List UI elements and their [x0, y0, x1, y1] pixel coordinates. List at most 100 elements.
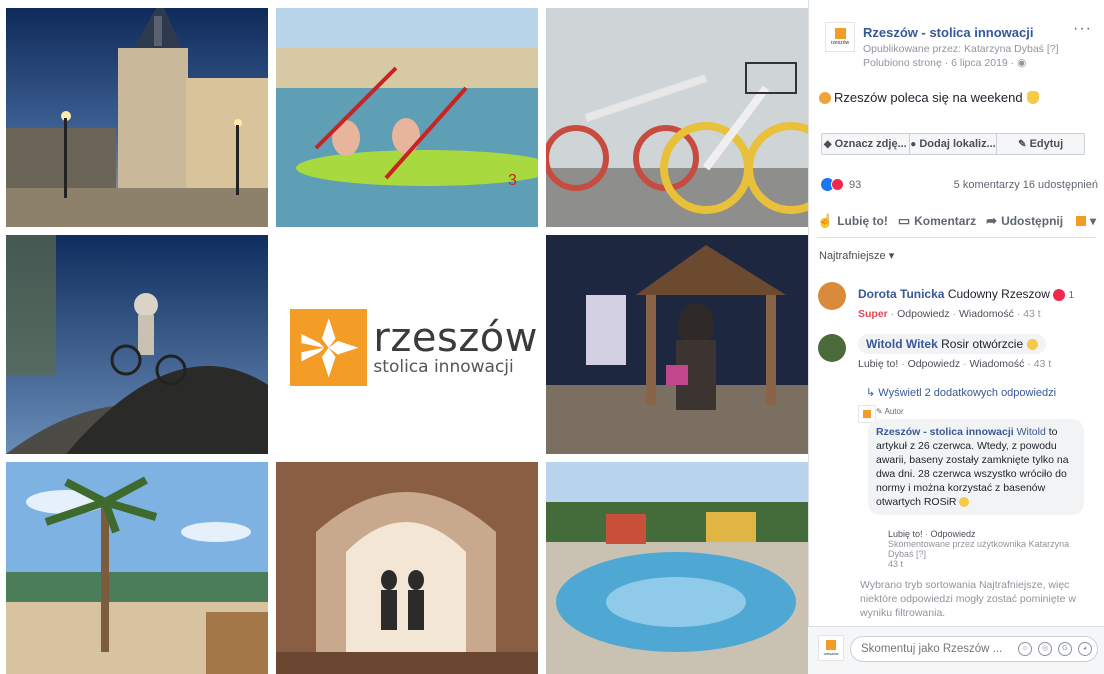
orange-heart-icon — [819, 91, 831, 104]
love-reaction-icon[interactable] — [831, 178, 844, 191]
tag-photo-label: Oznacz zdję... — [834, 138, 907, 150]
comment-text: Cudowny Rzeszow — [947, 287, 1050, 301]
love-reaction-icon[interactable] — [1053, 288, 1066, 301]
message-link[interactable]: Wiadomość — [970, 358, 1025, 370]
share-button[interactable]: ➦ Udostępnij — [986, 213, 1063, 229]
comment-meta: Lubię to! · Odpowiedz · Wiadomość · 43 t — [858, 358, 1052, 370]
emoji-icon[interactable]: ☺ — [1018, 642, 1032, 656]
commented-by: Skomentowane przez użytkownika Katarzyna… — [888, 539, 1070, 559]
like-button[interactable]: ☝ Lubię to! — [817, 213, 888, 229]
mention-link[interactable]: Witold — [1017, 426, 1046, 438]
photo-bmx-skatepark[interactable] — [6, 235, 268, 454]
photo-couple-night[interactable] — [546, 235, 808, 454]
composer-icons: ☺ ◎ G ◕ — [1018, 642, 1092, 656]
reactions-count[interactable]: 93 — [849, 179, 861, 191]
author-badge: ✎ Autor — [876, 407, 904, 416]
reply-bubble: Rzeszów - stolica innowacji Witold to ar… — [868, 419, 1084, 515]
smile-emoji-icon — [1026, 339, 1038, 351]
like-label: Lubię to! — [837, 214, 888, 228]
smile-emoji-icon — [959, 497, 970, 508]
comment-author[interactable]: Witold Witek — [866, 337, 938, 351]
brand-logo-icon — [826, 640, 836, 650]
edit-button[interactable]: ✎ Edytuj — [997, 134, 1084, 154]
camera-icon[interactable]: ◎ — [1038, 642, 1052, 656]
share-label: Udostępnij — [1001, 214, 1064, 228]
photo-city-bikes[interactable] — [546, 8, 808, 227]
avatar-label: rzeszów — [830, 40, 850, 46]
speech-bubble-icon: ▭ — [897, 213, 911, 228]
view-more-replies-link[interactable]: ↳ Wyświetl 2 dodatkowych odpowiedzi — [866, 386, 1056, 399]
share-arrow-icon: ➦ — [986, 213, 998, 228]
comment-witold: Witold Witek Rosir otwórzcie Lubię to! ·… — [818, 334, 1096, 378]
avatar[interactable] — [818, 282, 846, 310]
add-location-button[interactable]: ● Dodaj lokaliz... — [910, 134, 998, 154]
more-options-button[interactable]: ··· — [1073, 20, 1092, 38]
reply-arrow-icon: ↳ — [866, 387, 876, 399]
page-name-link[interactable]: Rzeszów - stolica innowacji — [863, 25, 1033, 40]
author-badge-label: Autor — [884, 407, 904, 416]
photo-kayak-lake[interactable]: 3 — [276, 8, 538, 227]
comment-button[interactable]: ▭ Komentarz — [898, 213, 976, 229]
pencil-icon: ✎ — [876, 407, 883, 416]
post-text-body: Rzeszów poleca się na weekend — [834, 90, 1023, 105]
location-pin-icon: ● — [910, 138, 917, 150]
avatar[interactable] — [818, 334, 846, 362]
liked-date-text: Polubiono stronę · 6 lipca 2019 · — [863, 57, 1015, 69]
photo-outdoor-pool[interactable] — [546, 462, 808, 674]
avatar-label: rzeszów — [823, 651, 839, 656]
comment-dorota: Dorota Tunicka Cudowny Rzeszow 1 Super ·… — [818, 282, 1096, 326]
edit-label: Edytuj — [1029, 138, 1064, 150]
post-as-selector[interactable]: ▾ — [1075, 214, 1096, 228]
page-avatar[interactable]: rzeszów — [818, 635, 844, 661]
reply-text: to artykuł z 26 czerwca. Wtedy, z powodu… — [876, 426, 1069, 508]
comment-line: Dorota Tunicka Cudowny Rzeszow 1 — [858, 282, 1096, 301]
sticker-icon[interactable]: ◕ — [1078, 642, 1092, 656]
gif-icon[interactable]: G — [1058, 642, 1072, 656]
reply-time: 43 t — [888, 559, 904, 569]
tag-photo-button[interactable]: ◆ Oznacz zdję... — [822, 134, 910, 154]
photo-collage: 3 rzeszów stolica innowacji — [0, 0, 808, 674]
photo-actions: ◆ Oznacz zdję... ● Dodaj lokaliz... ✎ Edytu… — [821, 133, 1085, 155]
post-date: Polubiono stronę · 6 lipca 2019 · ◉ — [863, 57, 1026, 69]
reply-link[interactable]: Odpowiedz — [897, 308, 950, 320]
comment-meta: Super · Odpowiedz · Wiadomość · 43 t — [858, 308, 1041, 320]
view-more-replies-label: Wyświetl 2 dodatkowych odpowiedzi — [878, 387, 1057, 399]
comments-shares-count[interactable]: 5 komentarzy 16 udostępnień — [954, 179, 1098, 191]
comment-sort-dropdown[interactable]: Najtrafniejsze ▾ — [819, 249, 894, 262]
globe-icon: ◉ — [1017, 57, 1027, 69]
reply-author[interactable]: Rzeszów - stolica innowacji — [876, 426, 1014, 438]
photo-old-town-night[interactable] — [6, 8, 268, 227]
comment-time: 43 t — [1033, 358, 1052, 370]
thumbs-up-icon: ☝ — [817, 213, 834, 228]
like-link[interactable]: Lubię to! — [888, 529, 923, 539]
like-link[interactable]: Lubię to! — [858, 358, 898, 370]
logo-name: rzeszów — [373, 314, 538, 361]
logo-tagline: stolica innowacji — [373, 356, 514, 377]
filter-note: Wybrano tryb sortowania Najtrafniejsze, … — [860, 579, 1076, 619]
comment-composer: rzeszów ☺ ◎ G ◕ — [808, 626, 1104, 674]
comment-author[interactable]: Dorota Tunicka — [858, 287, 944, 301]
rzeszow-logo-icon — [290, 309, 368, 387]
pencil-icon: ✎ — [1018, 138, 1027, 150]
reaction-label[interactable]: Super — [858, 308, 888, 320]
reactions-summary: 93 5 komentarzy 16 udostępnień — [821, 177, 1098, 193]
engagement-bar: ☝ Lubię to! ▭ Komentarz ➦ Udostępnij ▾ — [817, 210, 1096, 232]
brand-logo-icon — [834, 28, 846, 39]
published-by: Opublikowane przez: Katarzyna Dybaś [?] — [863, 43, 1059, 55]
divider — [817, 237, 1096, 238]
page-logo-icon — [1075, 216, 1086, 226]
rzeszow-logo-tile: rzeszów stolica innowacji — [276, 235, 538, 454]
photo-beach-palm[interactable] — [6, 462, 268, 674]
page-avatar[interactable]: rzeszów — [825, 22, 855, 52]
reply-link[interactable]: Odpowiedz — [931, 529, 976, 539]
comment-bubble: Witold Witek Rosir otwórzcie — [858, 334, 1046, 354]
brand-logo-icon — [863, 410, 871, 418]
message-link[interactable]: Wiadomość — [959, 308, 1014, 320]
rzeszow-logo: rzeszów stolica innowacji — [290, 309, 538, 387]
comment-text: Rosir otwórzcie — [941, 337, 1024, 351]
reply-link[interactable]: Odpowiedz — [908, 358, 961, 370]
reaction-count: 1 — [1068, 290, 1075, 301]
comment-label: Komentarz — [914, 214, 977, 228]
chevron-down-icon: ▾ — [1089, 214, 1096, 228]
photo-underground-route[interactable] — [276, 462, 538, 674]
